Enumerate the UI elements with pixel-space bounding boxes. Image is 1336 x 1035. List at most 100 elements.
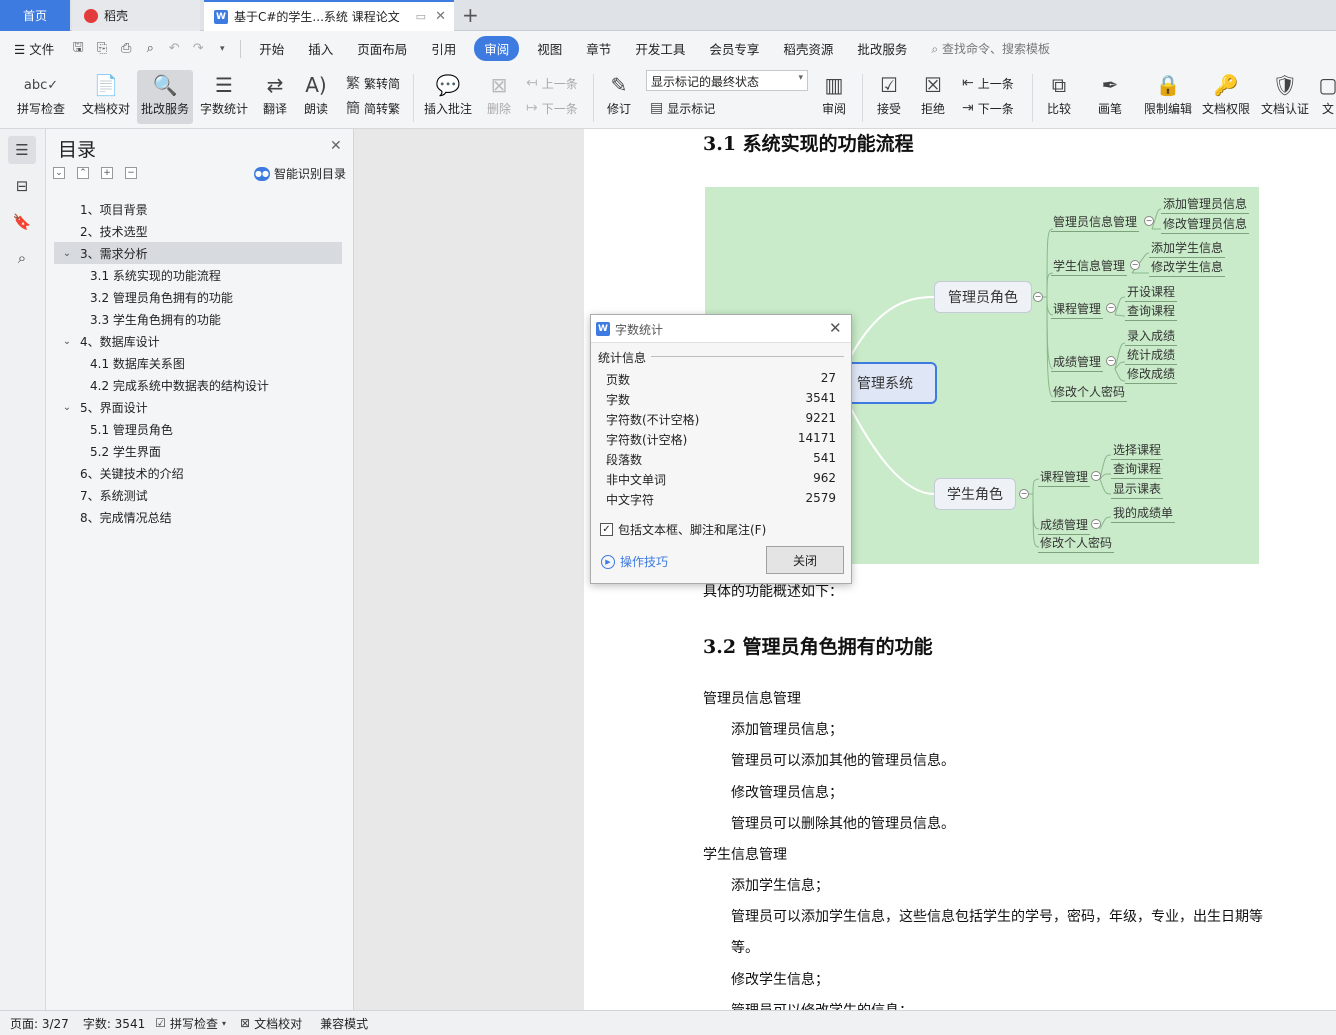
insert-comment-button[interactable]: 💬 插入批注	[420, 70, 476, 124]
tips-label: 操作技巧	[620, 555, 669, 569]
menu-member[interactable]: 会员专享	[697, 39, 771, 58]
collapse-all-icon[interactable]: ⌃	[77, 167, 89, 179]
tips-link[interactable]: ▶ 操作技巧	[601, 553, 668, 570]
toc-panel-icon[interactable]: ☰	[8, 136, 36, 164]
paragraph: 修改管理员信息；	[731, 785, 843, 801]
certify-icon: 🛡	[1272, 73, 1298, 97]
toc-item[interactable]: 3.2 管理员角色拥有的功能	[54, 286, 342, 308]
toc-item[interactable]: ⌄ 3、需求分析	[54, 242, 342, 264]
doccheck-status[interactable]: ⊠ 文档校对	[240, 1015, 302, 1032]
pin-icon[interactable]: ▭	[416, 10, 426, 23]
toc-item[interactable]: 8、完成情况总结	[54, 506, 342, 528]
trad-to-simp-button[interactable]: 繁繁转简	[346, 72, 400, 94]
close-dialog-icon[interactable]: ✕	[829, 319, 842, 337]
word-count-indicator[interactable]: 字数: 3541	[83, 1015, 145, 1032]
next-change-button[interactable]: ⇥ 下一条	[962, 97, 1014, 119]
dialog-title: 字数统计	[615, 323, 664, 337]
menu-insert[interactable]: 插入	[296, 39, 345, 58]
toc-item[interactable]: 3.3 学生角色拥有的功能	[54, 308, 342, 330]
paragraph: 修改学生信息；	[731, 972, 829, 988]
menu-page-layout[interactable]: 页面布局	[345, 39, 419, 58]
page-indicator[interactable]: 页面: 3/27	[10, 1015, 69, 1032]
menu-chapter[interactable]: 章节	[574, 39, 623, 58]
pen-button[interactable]: ✒ 画笔	[1092, 70, 1128, 124]
more-ribbon-button[interactable]: ▢ 文	[1320, 70, 1336, 124]
toc-item[interactable]: 5.1 管理员角色	[54, 418, 342, 440]
include-textbox-checkbox[interactable]: ✓ 包括文本框、脚注和尾注(F)	[600, 521, 766, 538]
toc-item[interactable]: 3.1 系统实现的功能流程	[54, 264, 342, 286]
close-button[interactable]: 关闭	[766, 546, 844, 574]
tab-daoke[interactable]: 稻壳	[72, 0, 200, 31]
smart-toc-button[interactable]: ●● 智能识别目录	[254, 165, 346, 182]
toc-item[interactable]: 1、项目背景	[54, 198, 342, 220]
spellcheck-button[interactable]: abc✓ 拼写检查	[10, 70, 72, 124]
restrict-edit-button[interactable]: 🔒 限制编辑	[1141, 70, 1195, 124]
tab-document[interactable]: W 基于C#的学生...系统 课程论文 ▭ ✕	[204, 0, 454, 31]
delete-comment-button[interactable]: ⊠ 删除	[480, 70, 518, 124]
prev-change-button[interactable]: ⇤ 上一条	[962, 72, 1014, 94]
search-icon[interactable]: ⌕	[8, 244, 36, 272]
toc-item[interactable]: 7、系统测试	[54, 484, 342, 506]
markup-state-select[interactable]: 显示标记的最终状态 ▾	[646, 70, 808, 91]
expand-all-icon[interactable]: ⌄	[53, 167, 65, 179]
mindmap-branch: 修改个人密码	[1051, 383, 1128, 402]
export-pdf-icon[interactable]: ⎘	[93, 40, 111, 58]
toc-item[interactable]: 4.1 数据库关系图	[54, 352, 342, 374]
print-icon[interactable]: ⎙	[117, 40, 135, 58]
menu-daoke-resources[interactable]: 稻壳资源	[771, 39, 845, 58]
next-comment-button[interactable]: ↦ 下一条	[526, 97, 578, 119]
menu-correction[interactable]: 批改服务	[845, 39, 919, 58]
track-changes-button[interactable]: ✎ 修订	[600, 70, 638, 124]
add-heading-icon[interactable]: +	[101, 167, 113, 179]
doc-permission-button[interactable]: 🔑 文档权限	[1199, 70, 1253, 124]
menu-review[interactable]: 审阅	[474, 36, 520, 61]
toc-item[interactable]: 4.2 完成系统中数据表的结构设计	[54, 374, 342, 396]
menu-references[interactable]: 引用	[419, 39, 468, 58]
reject-button[interactable]: ☒ 拒绝	[914, 70, 952, 124]
remove-heading-icon[interactable]: −	[125, 167, 137, 179]
review-pane-button[interactable]: ▥ 审阅	[815, 70, 853, 124]
show-markup-button[interactable]: ▤ 显示标记	[650, 97, 715, 119]
toc-item[interactable]: ⌄ 4、数据库设计	[54, 330, 342, 352]
print-preview-icon[interactable]: ⌕	[141, 40, 159, 58]
review-pane-label: 审阅	[821, 102, 846, 116]
command-search[interactable]: ⌕ 查找命令、搜索模板	[931, 40, 1050, 57]
toc-item[interactable]: 6、关键技术的介绍	[54, 462, 342, 484]
doc-check-button[interactable]: 📄 文档校对	[78, 70, 134, 124]
undo-icon[interactable]: ↶	[165, 40, 183, 58]
spellcheck-status[interactable]: ☑ 拼写检查 ▾	[155, 1015, 226, 1032]
close-tab-icon[interactable]: ✕	[435, 9, 446, 24]
toc-item[interactable]: 5.2 学生界面	[54, 440, 342, 462]
word-count-button[interactable]: ☰ 字数统计	[197, 70, 251, 124]
menu-view[interactable]: 视图	[525, 39, 574, 58]
compat-mode-label: 兼容模式	[320, 1016, 369, 1031]
navigation-pane-icon[interactable]: ⊟	[8, 172, 36, 200]
quick-access-dropdown-icon[interactable]: ▾	[213, 40, 231, 58]
simp-to-trad-button[interactable]: 簡简转繁	[346, 97, 400, 119]
menu-dev-tools[interactable]: 开发工具	[623, 39, 697, 58]
menu-start[interactable]: 开始	[247, 39, 296, 58]
redo-icon[interactable]: ↷	[189, 40, 207, 58]
toc-item[interactable]: 2、技术选型	[54, 220, 342, 242]
mindmap-branch: 管理员信息管理	[1051, 213, 1140, 232]
save-icon[interactable]: 🖫	[69, 40, 87, 58]
doc-certify-button[interactable]: 🛡 文档认证	[1258, 70, 1312, 124]
bookmark-icon[interactable]: 🔖	[8, 208, 36, 236]
mindmap-leaf: 开设课程	[1125, 283, 1178, 302]
toc-item[interactable]: ⌄ 5、界面设计	[54, 396, 342, 418]
chevron-down-icon[interactable]: ⌄	[60, 402, 74, 413]
read-aloud-button[interactable]: A) 朗读	[299, 70, 333, 124]
prev-comment-button[interactable]: ↤ 上一条	[526, 72, 578, 94]
tab-home[interactable]: 首页	[0, 0, 70, 31]
collapse-node-icon: −	[1091, 519, 1101, 529]
toc-item-label: 3、需求分析	[80, 246, 148, 261]
close-panel-icon[interactable]: ✕	[330, 138, 342, 154]
accept-button[interactable]: ☑ 接受	[870, 70, 908, 124]
chevron-down-icon[interactable]: ⌄	[60, 248, 74, 259]
compare-button[interactable]: ⧉ 比较	[1040, 70, 1078, 124]
chevron-down-icon[interactable]: ⌄	[60, 336, 74, 347]
file-menu[interactable]: ☰ 文件	[0, 39, 66, 58]
correction-service-button[interactable]: 🔍 批改服务	[137, 70, 193, 124]
translate-button[interactable]: ⇄ 翻译	[256, 70, 294, 124]
new-tab-icon[interactable]: +	[462, 3, 479, 27]
